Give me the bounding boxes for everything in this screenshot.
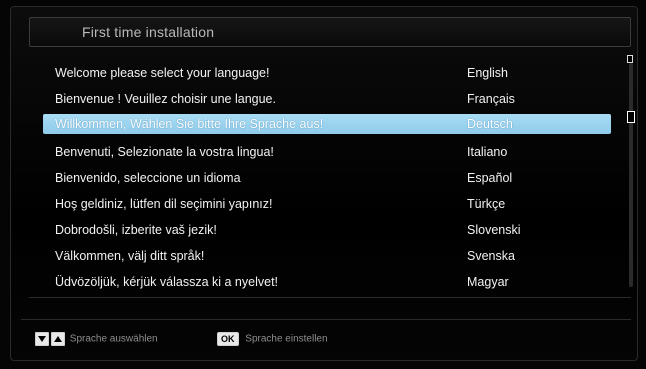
confirm-hint: OK Sprache einstellen [217, 332, 328, 346]
scrollbar-top-cap [627, 55, 633, 63]
arrow-down-icon [35, 332, 49, 346]
language-row-deutsch-selected[interactable]: Willkommen, Wählen Sie bitte Ihre Sprach… [43, 114, 611, 134]
select-hint: Sprache auswählen [35, 332, 158, 346]
language-list: Welcome please select your language! Eng… [29, 51, 631, 298]
installation-screen: First time installation Welcome please s… [10, 6, 638, 361]
language-name: Slovenski [467, 223, 521, 237]
welcome-message: Bienvenue ! Veuillez choisir une langue. [55, 92, 276, 106]
footer-hints: Sprache auswählen OK Sprache einstellen [21, 319, 631, 350]
language-row-svenska[interactable]: Välkommen, välj ditt språk! Svenska [43, 246, 611, 266]
language-row-espanol[interactable]: Bienvenido, seleccione un idioma Español [43, 168, 611, 188]
language-name: Italiano [467, 145, 508, 159]
scrollbar-track[interactable] [629, 63, 633, 287]
scrollbar-thumb[interactable] [627, 111, 635, 123]
select-hint-label: Sprache auswählen [69, 333, 158, 345]
welcome-message: Benvenuti, Selezionate la vostra lingua! [55, 145, 274, 159]
language-row-english[interactable]: Welcome please select your language! Eng… [43, 63, 611, 83]
welcome-message: Welcome please select your language! [55, 66, 270, 80]
language-row-magyar[interactable]: Üdvözöljük, kérjük válassza ki a nyelvet… [43, 272, 611, 292]
language-name: Français [467, 92, 515, 106]
welcome-message: Dobrodošli, izberite vaš jezik! [55, 223, 217, 237]
language-row-francais[interactable]: Bienvenue ! Veuillez choisir une langue.… [43, 89, 611, 109]
language-row-turkce[interactable]: Hoş geldiniz, lütfen dil seçimini yapını… [43, 194, 611, 214]
welcome-message: Välkommen, välj ditt språk! [55, 249, 205, 263]
language-name: Deutsch [467, 117, 513, 131]
welcome-message: Willkommen, Wählen Sie bitte Ihre Sprach… [55, 117, 324, 131]
language-name: Türkçe [467, 197, 506, 211]
page-title: First time installation [82, 24, 215, 40]
language-name: Español [467, 171, 513, 185]
welcome-message: Bienvenido, seleccione un idioma [55, 171, 241, 185]
language-name: Magyar [467, 275, 509, 289]
welcome-message: Üdvözöljük, kérjük válassza ki a nyelvet… [55, 275, 279, 289]
language-row-slovenski[interactable]: Dobrodošli, izberite vaš jezik! Slovensk… [43, 220, 611, 240]
language-row-italiano[interactable]: Benvenuti, Selezionate la vostra lingua!… [43, 142, 611, 162]
header-bar: First time installation [29, 17, 631, 47]
welcome-message: Hoş geldiniz, lütfen dil seçimini yapını… [55, 197, 273, 211]
language-name: Svenska [467, 249, 515, 263]
confirm-hint-label: Sprache einstellen [245, 333, 328, 345]
ok-key-icon: OK [217, 332, 239, 346]
arrow-up-icon [51, 332, 65, 346]
language-name: English [467, 66, 508, 80]
